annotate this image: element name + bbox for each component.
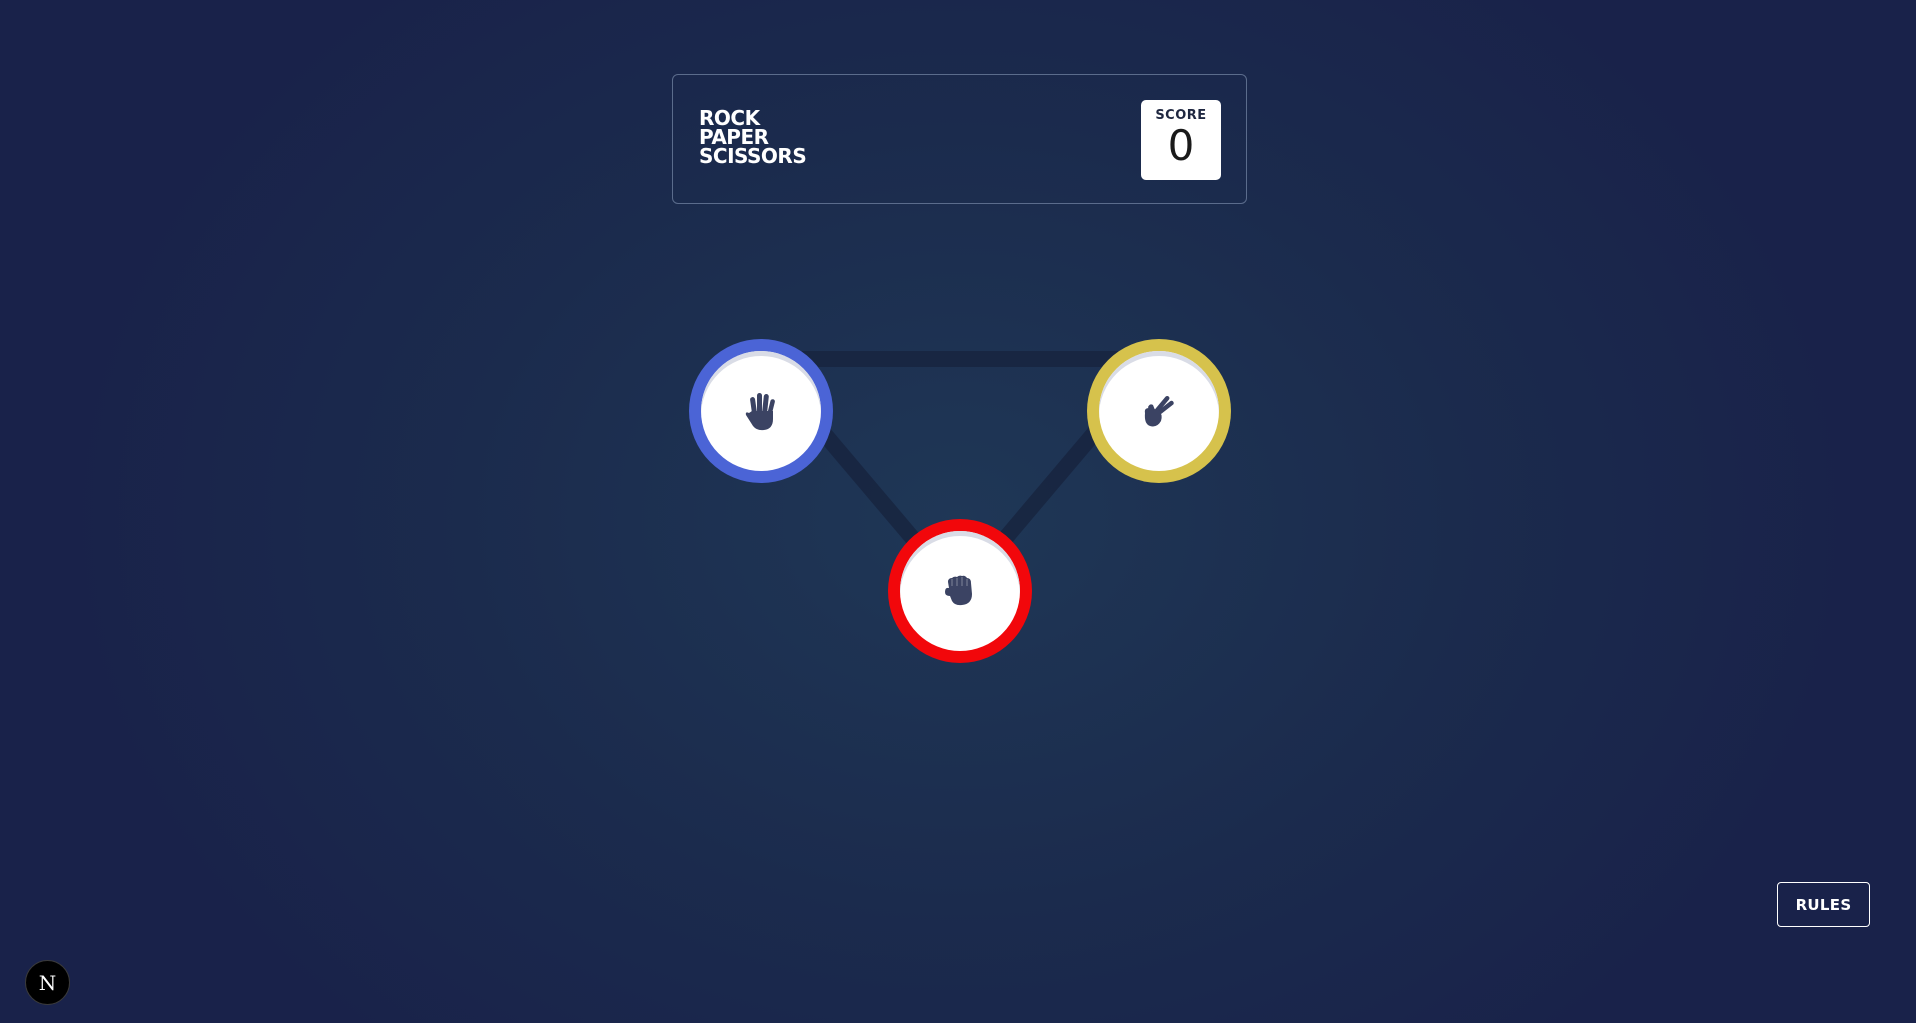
scissors-token-button[interactable]: [1087, 339, 1231, 483]
hand-paper-icon: [745, 393, 775, 431]
hand-scissors-icon: [1144, 395, 1174, 427]
score-value: 0: [1167, 121, 1195, 170]
scoreboard-header: ROCK PAPER SCISSORS SCORE 0: [672, 74, 1247, 204]
game-title: ROCK PAPER SCISSORS: [699, 108, 807, 168]
rock-token-button[interactable]: [888, 519, 1032, 663]
paper-token-face: [701, 351, 821, 471]
nextjs-logo-icon[interactable]: N: [25, 960, 70, 1005]
rules-button[interactable]: RULES: [1777, 882, 1870, 927]
scissors-token-face: [1099, 351, 1219, 471]
dev-badge-label: N: [38, 970, 57, 995]
paper-token-button[interactable]: [689, 339, 833, 483]
game-title-line-scissors: SCISSORS: [699, 144, 807, 168]
hand-rock-icon: [945, 575, 972, 606]
score-box: SCORE 0: [1141, 100, 1221, 180]
rock-token-face: [900, 531, 1020, 651]
